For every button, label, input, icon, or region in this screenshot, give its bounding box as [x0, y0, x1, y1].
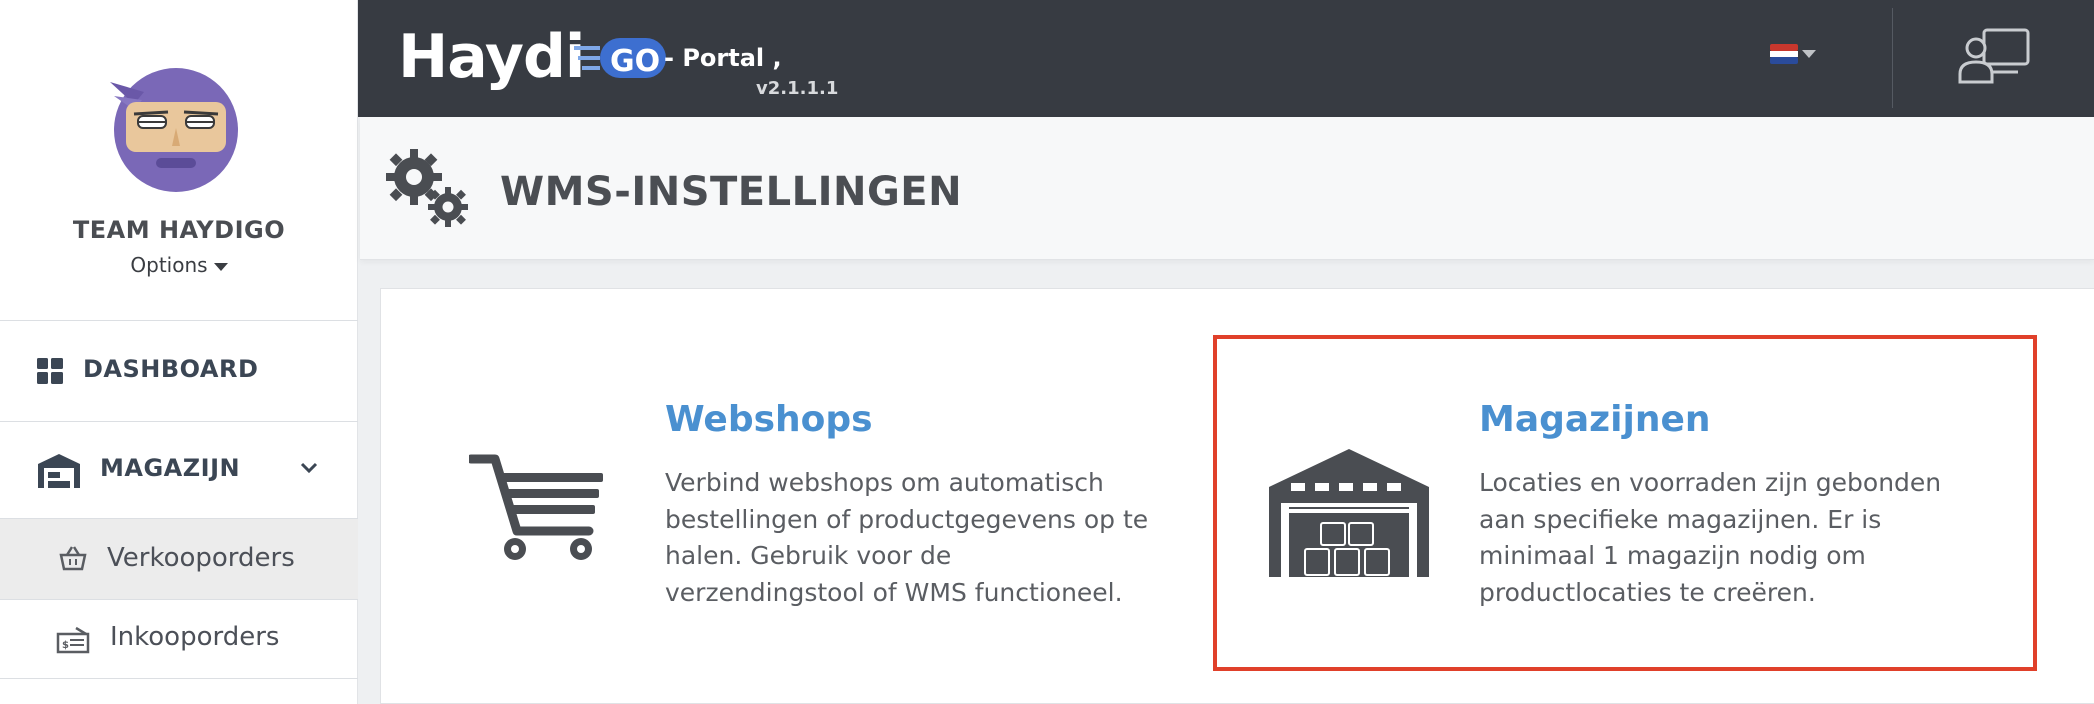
sidebar: TEAM HAYDIGO Options DASHBOARD MAGAZIJN	[0, 0, 358, 704]
invoice-icon: $	[56, 626, 90, 654]
language-switcher[interactable]	[1770, 40, 1830, 70]
options-dropdown[interactable]: Options	[0, 253, 358, 277]
divider	[1892, 8, 1893, 108]
tile-title[interactable]: Webshops	[665, 399, 873, 440]
description-line: productlocaties te creëren.	[1479, 577, 1816, 607]
user-desk-icon[interactable]	[1958, 26, 2032, 86]
tile-description: Locaties en voorraden zijn gebonden aan …	[1479, 465, 1941, 611]
options-label: Options	[130, 253, 208, 277]
description-line: bestellingen of productgegevens op te	[665, 504, 1149, 534]
page-title: WMS-INSTELLINGEN	[500, 169, 963, 215]
dashboard-grid-icon	[37, 358, 63, 384]
settings-card: Webshops Verbind webshops om automatisch…	[380, 288, 2094, 704]
sidebar-item-inkooporders[interactable]: $ Inkooporders	[0, 600, 358, 678]
description-line: aan specifieke magazijnen. Er is	[1479, 504, 1882, 534]
shopping-cart-icon	[469, 454, 603, 560]
caret-down-icon	[213, 262, 228, 271]
description-line: minimaal 1 magazijn nodig om	[1479, 541, 1866, 570]
warehouse-boxes-icon	[1269, 449, 1429, 577]
sidebar-item-label: DASHBOARD	[83, 355, 259, 383]
tile-description: Verbind webshops om automatisch bestelli…	[665, 465, 1148, 611]
svg-text:GO: GO	[610, 44, 660, 79]
chevron-down-icon[interactable]	[300, 462, 318, 474]
portal-label: - Portal ,	[664, 44, 782, 72]
sidebar-item-label: Verkooporders	[107, 543, 295, 573]
sidebar-item-verkooporders[interactable]: Verkooporders	[0, 519, 358, 599]
description-line: halen. Gebruik voor de	[665, 541, 952, 570]
page-header: WMS-INSTELLINGEN	[360, 117, 2094, 260]
version-label: v2.1.1.1	[756, 78, 839, 99]
description-line: Locaties en voorraden zijn gebonden	[1479, 468, 1942, 497]
brand-logo[interactable]: Haydi	[398, 22, 585, 92]
tile-magazijnen[interactable]: Magazijnen Locaties en voorraden zijn ge…	[1214, 289, 2038, 679]
tile-title[interactable]: Magazijnen	[1479, 399, 1711, 440]
topbar: Haydi GO - Portal , v2.1.1.1	[358, 0, 2094, 117]
divider	[0, 678, 358, 679]
sidebar-item-label: Inkooporders	[110, 622, 280, 652]
warehouse-icon	[38, 454, 80, 488]
description-line: verzendingstool of WMS functioneel.	[665, 577, 1123, 607]
tile-webshops[interactable]: Webshops Verbind webshops om automatisch…	[381, 289, 1201, 679]
avatar[interactable]	[104, 62, 244, 192]
sidebar-item-label: MAGAZIJN	[100, 454, 241, 482]
user-name: TEAM HAYDIGO	[72, 216, 286, 244]
basket-icon	[59, 546, 87, 571]
flag-nl-icon	[1770, 44, 1798, 64]
svg-text:$: $	[62, 640, 69, 651]
sidebar-item-dashboard[interactable]: DASHBOARD	[0, 321, 358, 421]
sidebar-item-magazijn[interactable]: MAGAZIJN	[0, 422, 358, 518]
caret-down-icon	[1802, 50, 1816, 58]
description-line: Verbind webshops om automatisch	[665, 468, 1104, 497]
gears-icon	[386, 149, 468, 227]
